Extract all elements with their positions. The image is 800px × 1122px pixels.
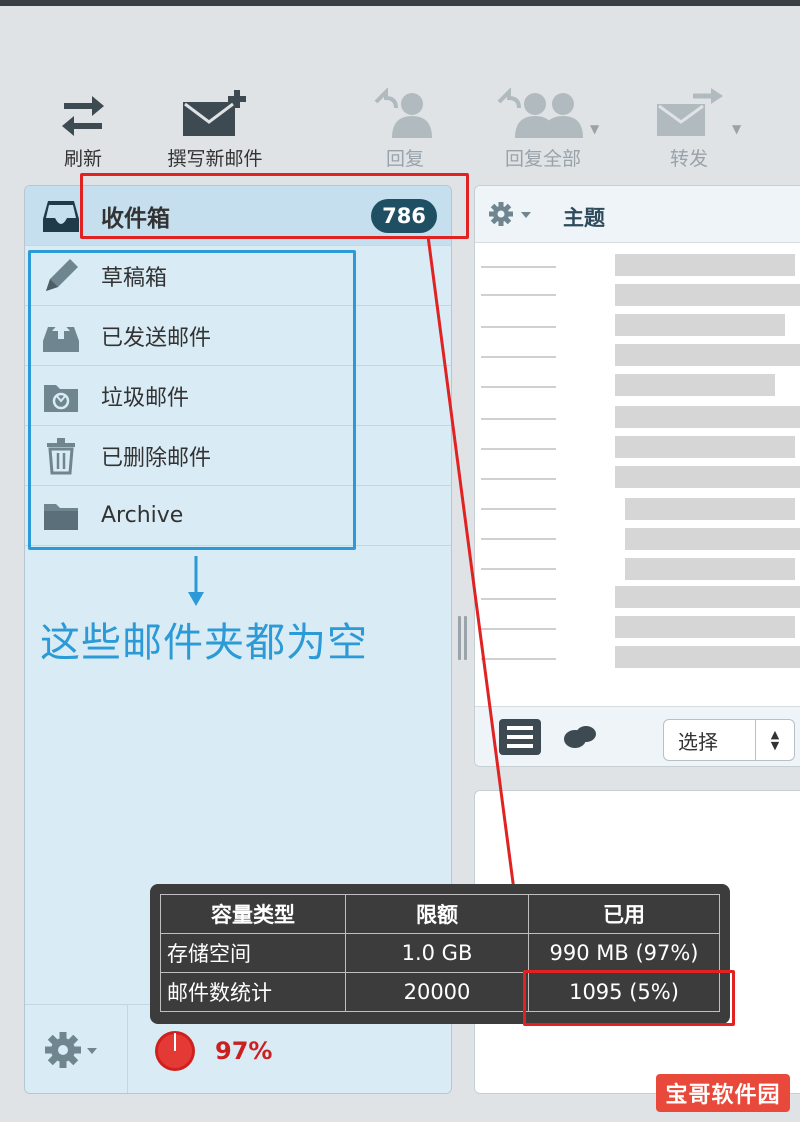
message-count-highlight-box (523, 970, 735, 1026)
quota-table-header: 容量类型 限额 已用 (160, 894, 720, 934)
row-limit: 20000 (345, 972, 529, 1012)
header-capacity-type: 容量类型 (160, 894, 346, 934)
watermark-logo: 宝哥软件园 (656, 1074, 790, 1112)
header-limit: 限额 (345, 894, 529, 934)
row-label: 存储空间 (160, 933, 346, 973)
row-limit: 1.0 GB (345, 933, 529, 973)
table-row: 存储空间 1.0 GB 990 MB (97%) (160, 933, 720, 973)
header-used: 已用 (528, 894, 720, 934)
row-used: 990 MB (97%) (528, 933, 720, 973)
row-label: 邮件数统计 (160, 972, 346, 1012)
